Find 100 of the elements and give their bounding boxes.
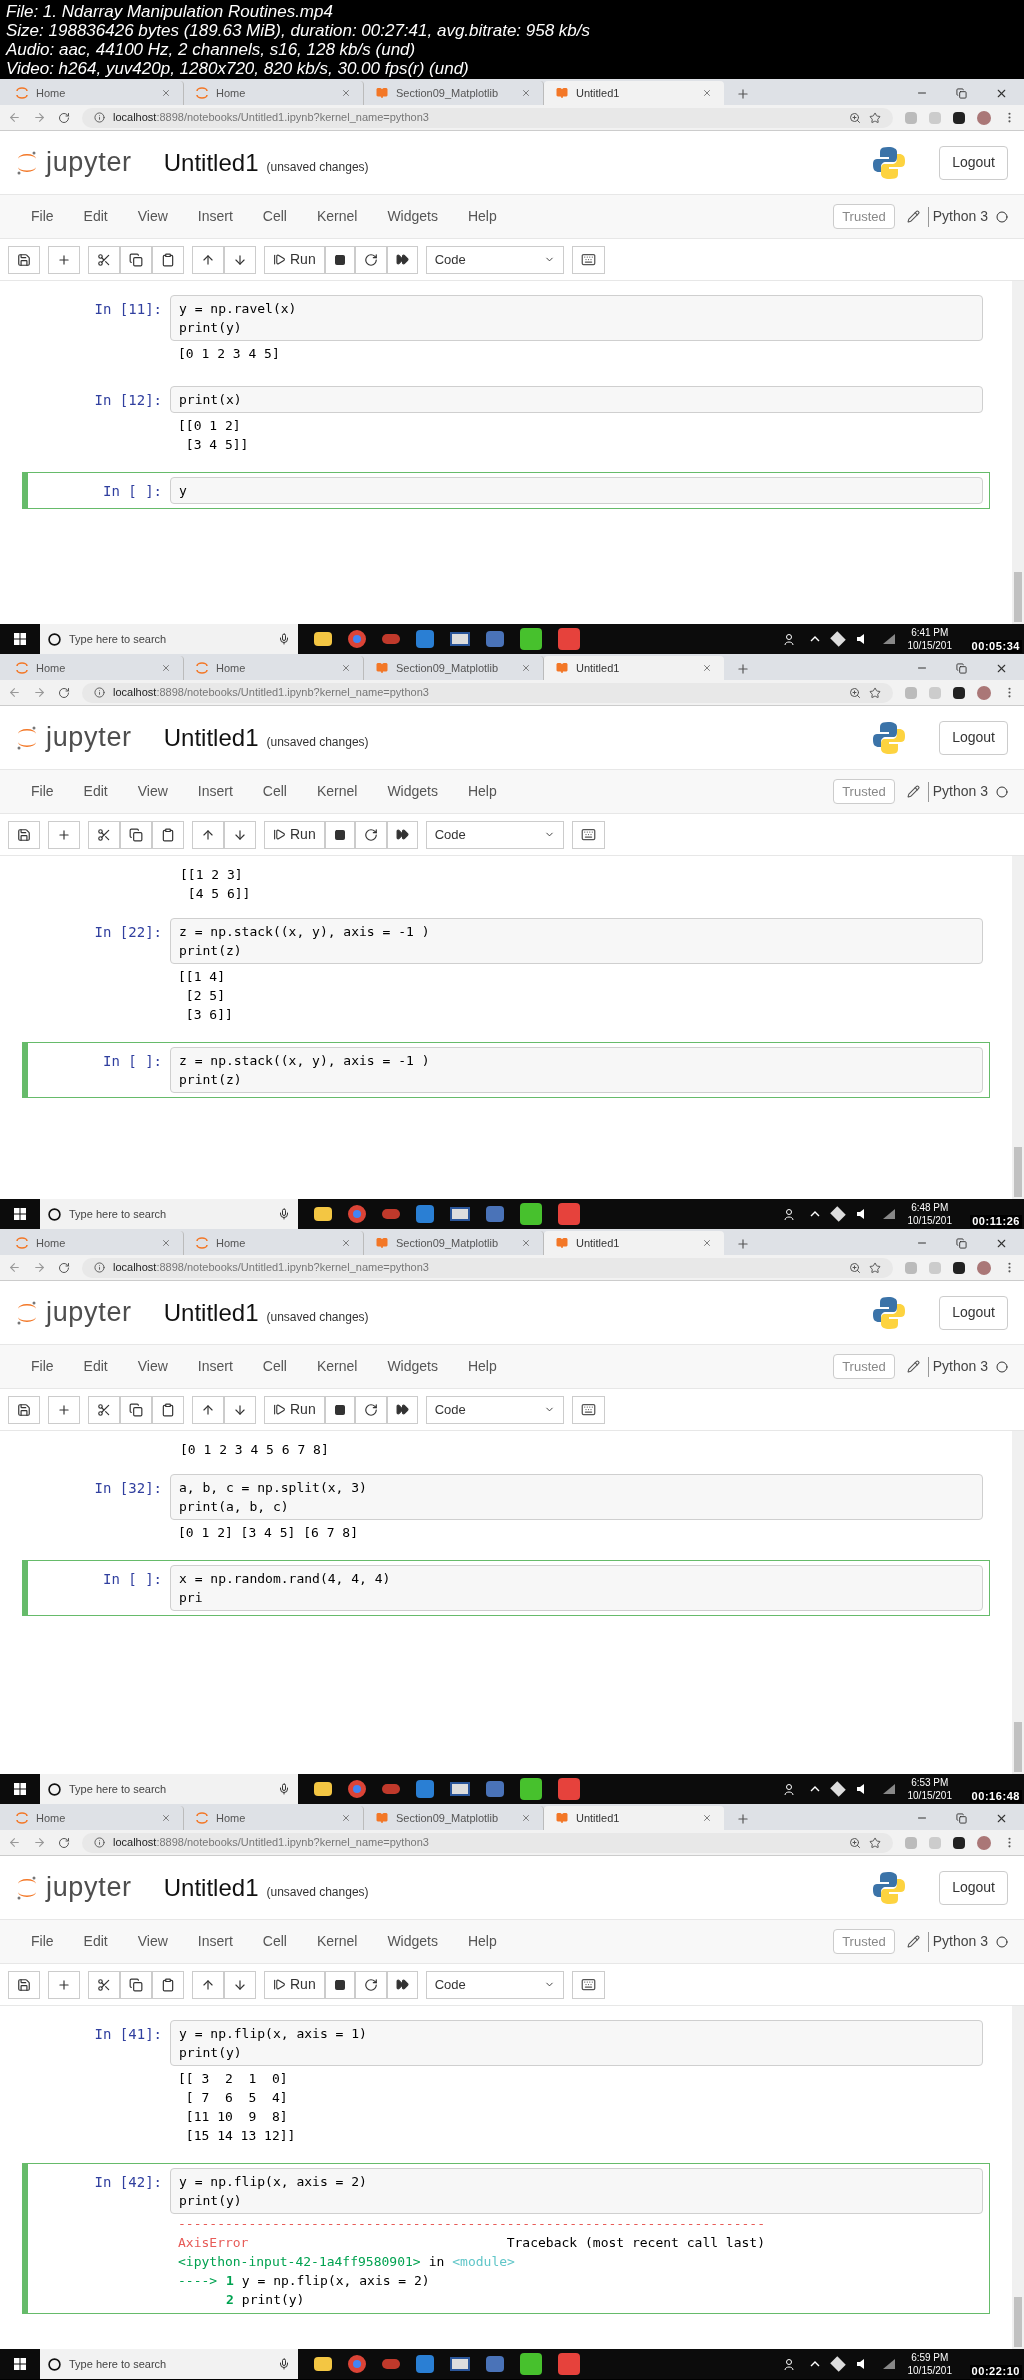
menu-item[interactable]: Help xyxy=(452,206,512,227)
new-tab-icon[interactable] xyxy=(736,87,750,101)
cut-button[interactable] xyxy=(88,245,120,274)
trusted-badge[interactable]: Trusted xyxy=(833,1353,895,1380)
menu-item[interactable]: Insert xyxy=(182,1356,248,1377)
back-icon[interactable] xyxy=(8,686,21,699)
move-down-button[interactable] xyxy=(224,245,256,274)
menu-item[interactable]: Cell xyxy=(247,781,302,802)
app-icon[interactable] xyxy=(558,1203,580,1225)
code-input[interactable]: x = np.random.rand(4, 4, 4) pri xyxy=(170,1565,983,1611)
app-icon[interactable] xyxy=(520,1778,542,1800)
app-icon[interactable] xyxy=(416,2355,434,2373)
paste-button[interactable] xyxy=(152,820,184,849)
notebook-title[interactable]: Untitled1 xyxy=(163,144,259,181)
menu-item[interactable]: File xyxy=(16,781,69,802)
terminal-icon[interactable] xyxy=(450,2357,470,2371)
menu-item[interactable]: Insert xyxy=(182,1931,248,1952)
browser-tab[interactable]: Untitled1 xyxy=(544,656,724,680)
code-input[interactable]: y = np.flip(x, axis = 2) print(y) xyxy=(170,2168,983,2214)
stop-button[interactable] xyxy=(324,1970,355,1999)
star-icon[interactable] xyxy=(869,1836,881,1849)
chevron-up-icon[interactable] xyxy=(809,635,820,643)
terminal-icon[interactable] xyxy=(450,632,470,646)
cut-button[interactable] xyxy=(88,820,120,849)
menu-item[interactable]: Widgets xyxy=(372,1931,453,1952)
zoom-icon[interactable] xyxy=(849,1836,861,1849)
menu-item[interactable]: File xyxy=(16,1356,69,1377)
restore-icon[interactable] xyxy=(956,662,967,674)
menu-item[interactable]: Widgets xyxy=(372,206,453,227)
network-icon[interactable] xyxy=(486,2356,504,2372)
menu-item[interactable]: Cell xyxy=(247,1356,302,1377)
zoom-icon[interactable] xyxy=(849,1261,861,1274)
run-button[interactable]: Run xyxy=(264,245,325,274)
menu-item[interactable]: Edit xyxy=(68,781,123,802)
stop-button[interactable] xyxy=(324,820,355,849)
browser-tab[interactable]: Untitled1 xyxy=(544,1231,724,1255)
back-icon[interactable] xyxy=(8,1261,21,1274)
app-icon[interactable] xyxy=(520,1203,542,1225)
wifi-icon[interactable] xyxy=(881,633,896,645)
back-icon[interactable] xyxy=(8,1836,21,1849)
copy-button[interactable] xyxy=(120,1395,152,1424)
notebook-cell[interactable]: In [41]: y = np.flip(x, axis = 1) print(y) [[ 3 2 1 0] [ 7 6 5 4] [11 10 9 8] [15 14 13 12]] xyxy=(22,2015,990,2153)
new-tab-icon[interactable] xyxy=(736,1237,750,1251)
logout-button[interactable]: Logout xyxy=(939,1870,1008,1905)
stop-button[interactable] xyxy=(324,245,355,274)
restart-button[interactable] xyxy=(354,820,387,849)
menu-item[interactable]: Edit xyxy=(68,206,123,227)
wifi-icon[interactable] xyxy=(881,1208,896,1220)
notebook-cell[interactable]: In [12]: print(x) [[0 1 2] [3 4 5]] xyxy=(22,381,990,462)
wifi-icon[interactable] xyxy=(881,1783,896,1795)
cell-type-select[interactable]: Code xyxy=(425,1395,564,1424)
menu-item[interactable]: Kernel xyxy=(301,1931,373,1952)
code-input[interactable]: y xyxy=(170,477,983,504)
back-icon[interactable] xyxy=(8,111,21,124)
taskbar-search-field[interactable]: Type here to search xyxy=(40,1774,298,1804)
run-all-button[interactable] xyxy=(386,245,418,274)
trusted-badge[interactable]: Trusted xyxy=(833,1928,895,1955)
menu-item[interactable]: Help xyxy=(452,1931,512,1952)
code-input[interactable]: z = np.stack((x, y), axis = -1 ) print(z) xyxy=(170,1047,983,1093)
chevron-up-icon[interactable] xyxy=(809,1210,820,1218)
menu-item[interactable]: Widgets xyxy=(372,781,453,802)
cell-type-select[interactable]: Code xyxy=(425,245,564,274)
notebook-cell[interactable]: In [32]: a, b, c = np.split(x, 3) print(a, b, c) [0 1 2] [3 4 5] [6 7 8] xyxy=(22,1469,990,1550)
reload-icon[interactable] xyxy=(58,1836,70,1849)
run-button[interactable]: Run xyxy=(264,820,325,849)
copy-button[interactable] xyxy=(120,1970,152,1999)
restore-icon[interactable] xyxy=(956,1812,967,1824)
cut-button[interactable] xyxy=(88,1395,120,1424)
menu-item[interactable]: View xyxy=(122,781,183,802)
address-bar[interactable]: localhost:8898/notebooks/Untitled1.ipynb?kernel_name=python3 xyxy=(82,1257,893,1278)
move-down-button[interactable] xyxy=(224,1970,256,1999)
paste-button[interactable] xyxy=(152,1970,184,1999)
network-icon[interactable] xyxy=(486,1206,504,1222)
chevron-up-icon[interactable] xyxy=(809,1785,820,1793)
run-all-button[interactable] xyxy=(386,1395,418,1424)
menu-item[interactable]: Kernel xyxy=(301,206,373,227)
menu-item[interactable]: File xyxy=(16,1931,69,1952)
insert-cell-button[interactable] xyxy=(48,1395,80,1424)
scrollbar-thumb[interactable] xyxy=(1014,1146,1022,1197)
network-icon[interactable] xyxy=(486,1781,504,1797)
run-all-button[interactable] xyxy=(386,1970,418,1999)
scrollbar-thumb[interactable] xyxy=(1014,571,1022,622)
reload-icon[interactable] xyxy=(58,1261,70,1274)
trusted-badge[interactable]: Trusted xyxy=(833,778,895,805)
restart-button[interactable] xyxy=(354,245,387,274)
terminal-icon[interactable] xyxy=(450,1207,470,1221)
menu-item[interactable]: Kernel xyxy=(301,1356,373,1377)
restart-button[interactable] xyxy=(354,1395,387,1424)
edit-icon[interactable] xyxy=(906,785,920,798)
notebook-cell[interactable]: In [ ]: z = np.stack((x, y), axis = -1 ) print(z) xyxy=(22,1042,990,1098)
menu-item[interactable]: View xyxy=(122,1931,183,1952)
menu-item[interactable]: Widgets xyxy=(372,1356,453,1377)
move-down-button[interactable] xyxy=(224,820,256,849)
save-button[interactable] xyxy=(8,245,40,274)
app-icon[interactable] xyxy=(382,634,400,644)
move-down-button[interactable] xyxy=(224,1395,256,1424)
insert-cell-button[interactable] xyxy=(48,1970,80,1999)
app-icon[interactable] xyxy=(416,1780,434,1798)
menu-item[interactable]: View xyxy=(122,1356,183,1377)
menu-item[interactable]: View xyxy=(122,206,183,227)
